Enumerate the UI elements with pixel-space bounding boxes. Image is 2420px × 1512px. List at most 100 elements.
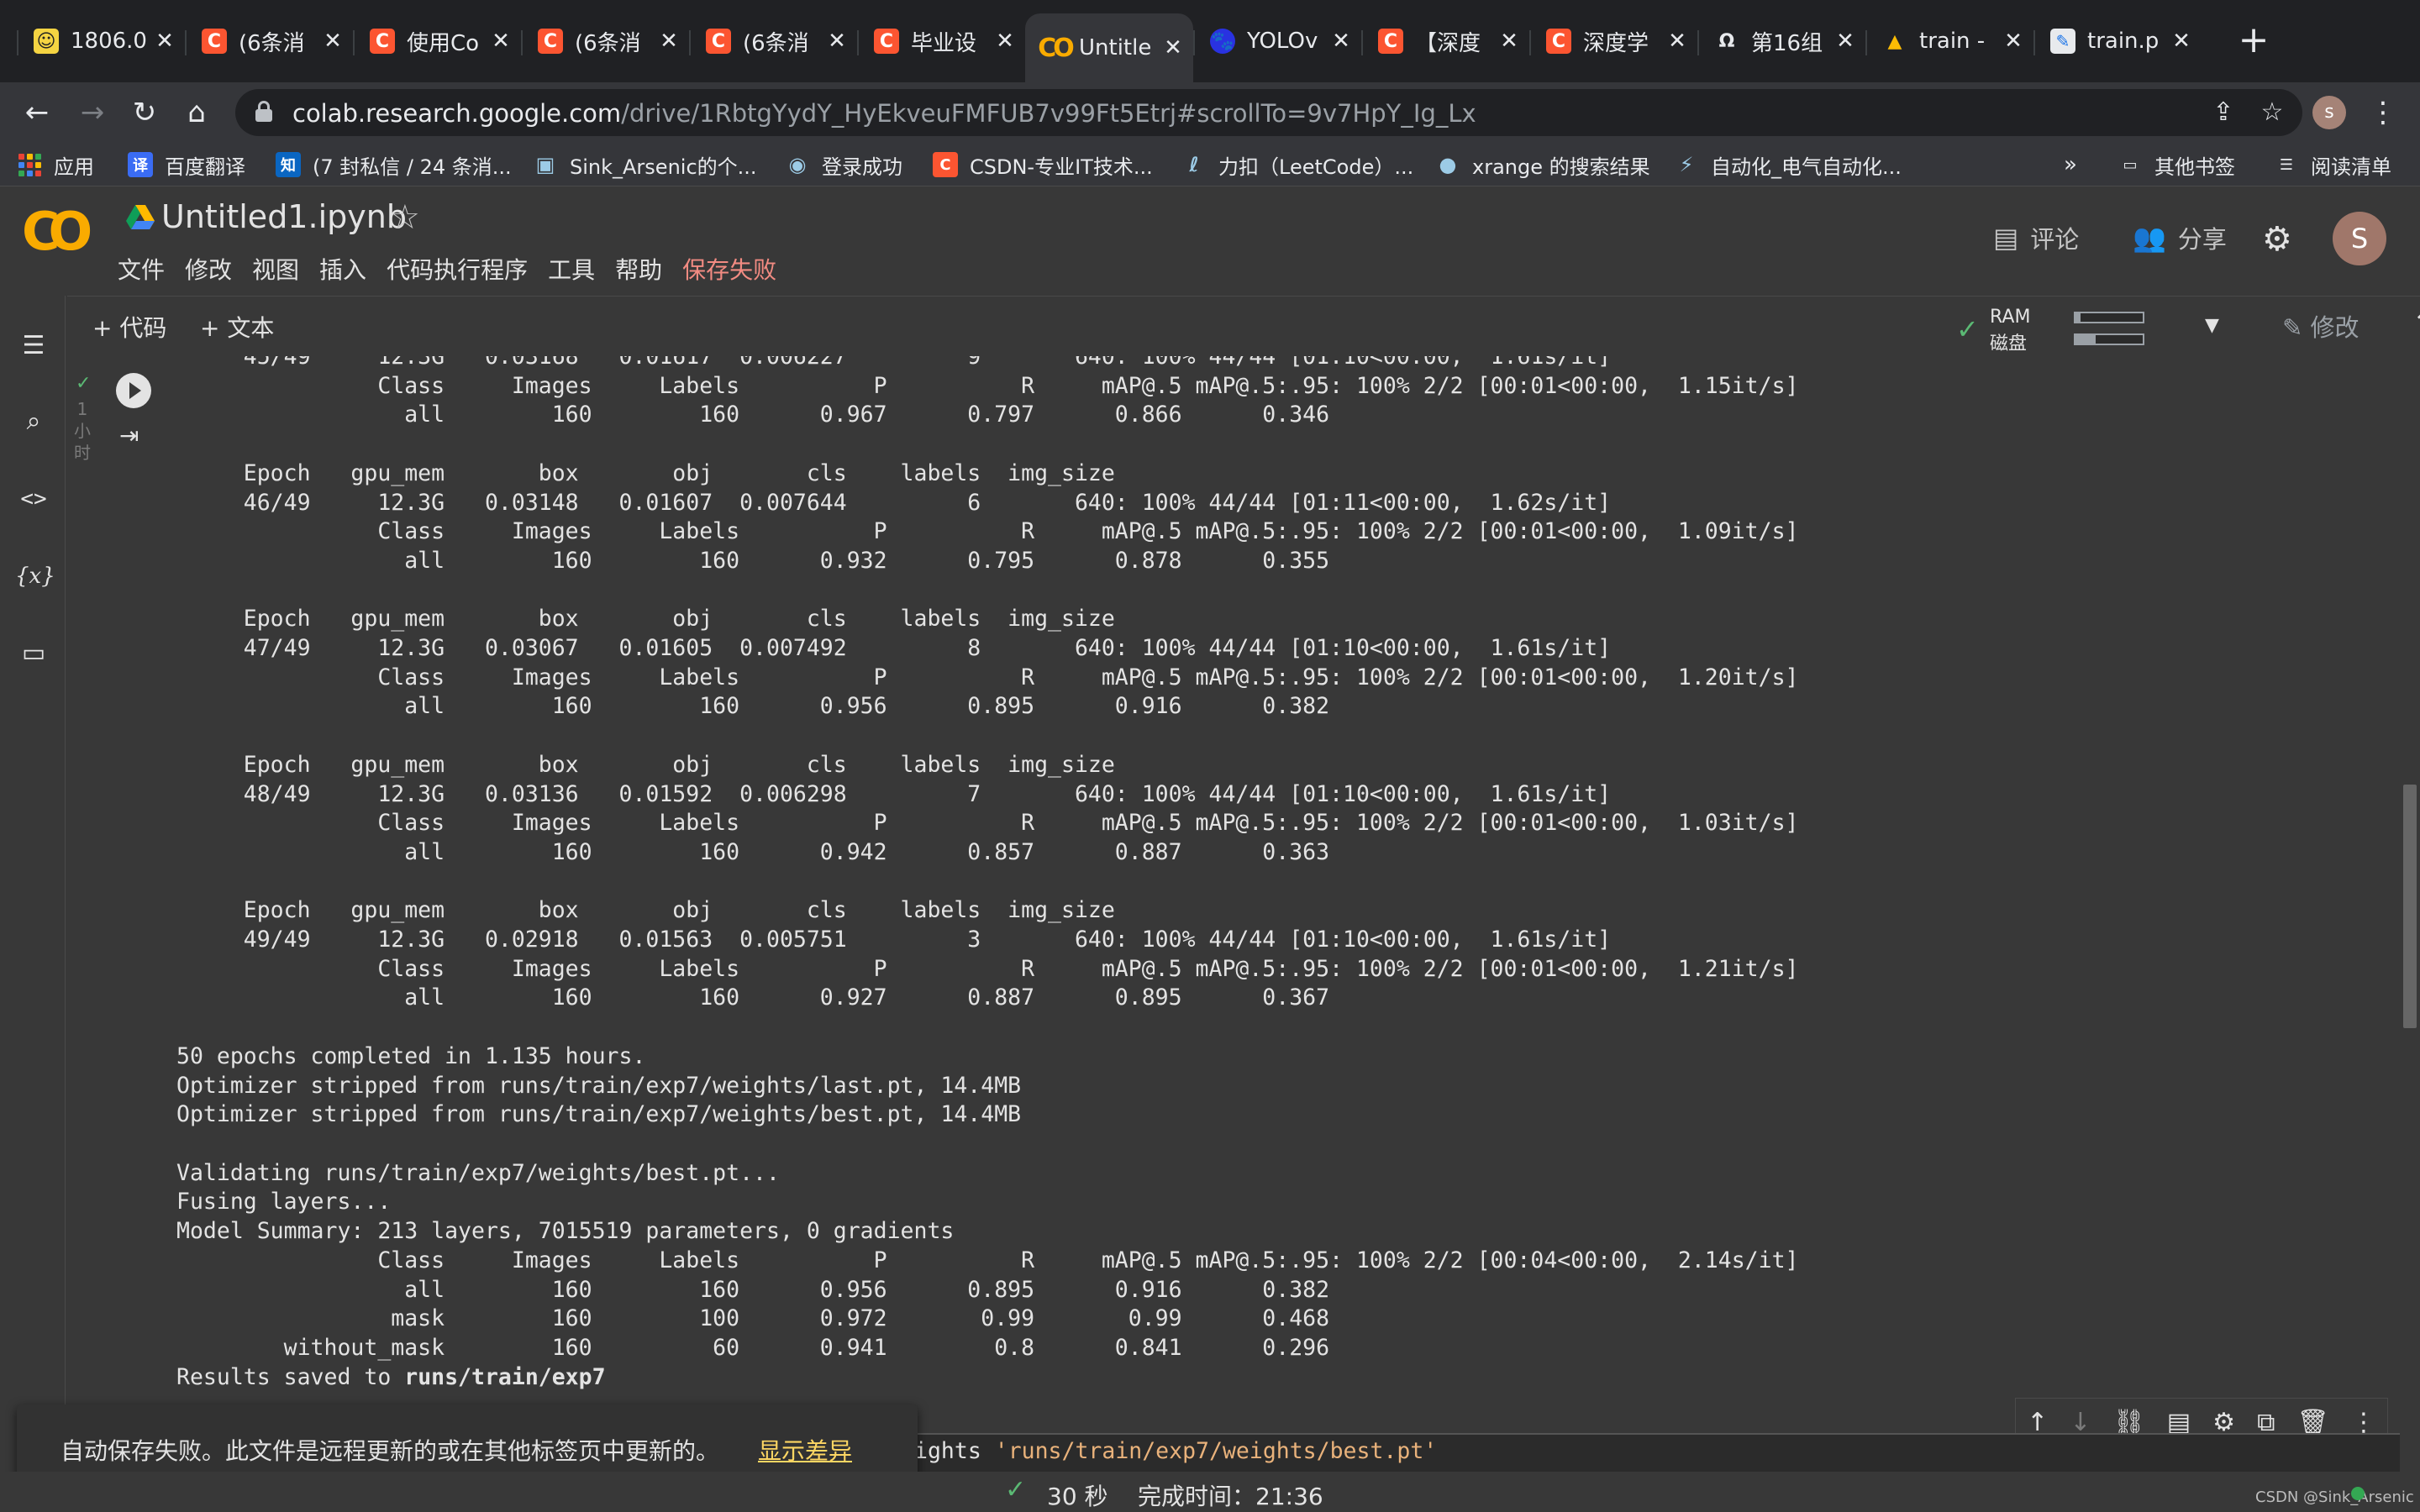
bookmark-item[interactable]: C CSDN-专业IT技术... — [933, 150, 1153, 180]
collapse-header-icon[interactable]: ⌃ — [2412, 307, 2420, 340]
variables-icon[interactable]: {x} — [15, 558, 55, 595]
url-text[interactable]: colab.research.google.com/drive/1RbtgYyd… — [292, 99, 1476, 128]
browser-profile-avatar[interactable]: s — [2312, 96, 2346, 129]
training-log-text: 45/49 12.3G 0.03168 0.01617 0.006227 9 6… — [176, 356, 1799, 1361]
cell-executed-check-icon: ✓ — [76, 373, 92, 394]
bookmark-item[interactable]: ℓ 力扣（LeetCode）... — [1181, 150, 1413, 180]
edit-mode-button[interactable]: ✎ 修改 — [2282, 308, 2360, 344]
browser-tab[interactable]: CO Untitle ✕ — [1025, 13, 1193, 82]
back-icon[interactable]: ← — [18, 94, 55, 131]
csdn-icon: C — [1546, 29, 1571, 54]
user-avatar[interactable]: S — [2333, 212, 2386, 265]
execution-duration[interactable]: 30 秒 — [1047, 1478, 1108, 1512]
code-prefix: ights — [914, 1438, 995, 1464]
star-icon[interactable]: ☆ — [390, 198, 420, 237]
menu-item[interactable]: 帮助 — [615, 252, 662, 286]
tab-separator — [185, 30, 187, 55]
execution-finished-time[interactable]: 完成时间：21:36 — [1138, 1478, 1323, 1512]
new-tab-button[interactable]: + — [2235, 22, 2272, 59]
bookmark-star-icon[interactable]: ☆ — [2255, 96, 2289, 129]
tab-separator — [17, 30, 18, 55]
menu-item[interactable]: 工具 — [548, 252, 595, 286]
browser-tab[interactable]: Ω 第16组 ✕ — [1697, 20, 1865, 62]
clear-output-icon[interactable]: ⇥ — [119, 422, 139, 449]
browser-tab[interactable]: C 毕业设 ✕ — [857, 20, 1025, 62]
other-bookmarks[interactable]: ▭ 其他书签 — [2118, 150, 2235, 180]
tab-close-icon[interactable]: ✕ — [657, 29, 681, 53]
menu-item[interactable]: 插入 — [319, 252, 366, 286]
add-code-button[interactable]: + 代码 — [92, 310, 166, 344]
bookmark-item[interactable]: ▣ Sink_Arsenic的个... — [533, 150, 757, 180]
tab-separator — [1361, 30, 1363, 55]
address-bar[interactable]: colab.research.google.com/drive/1RbtgYyd… — [235, 89, 2302, 136]
tab-close-icon[interactable]: ✕ — [1665, 29, 1689, 53]
bookmark-item[interactable]: ● xrange 的搜索结果 — [1435, 150, 1650, 180]
code-snippets-icon[interactable]: <> — [15, 480, 52, 517]
bookmarks-overflow-icon[interactable]: » — [2064, 150, 2077, 180]
tab-separator — [1529, 30, 1531, 55]
connection-status-dot — [2351, 1487, 2365, 1500]
browser-tab[interactable]: C (6条消 ✕ — [689, 20, 857, 62]
tab-close-icon[interactable]: ✕ — [993, 29, 1017, 53]
tab-close-icon[interactable]: ✕ — [1161, 36, 1185, 60]
notebook-title[interactable]: Untitled1.ipynb — [161, 198, 407, 235]
browser-tab[interactable]: C (6条消 ✕ — [521, 20, 689, 62]
browser-menu-icon[interactable]: ⋮ — [2366, 94, 2400, 131]
files-folder-icon[interactable]: ▭ — [15, 635, 52, 672]
bookmark-item[interactable]: ◉ 登录成功 — [785, 150, 902, 180]
menu-item[interactable]: 修改 — [185, 252, 232, 286]
save-failed-label[interactable]: 保存失败 — [682, 252, 776, 286]
menu-item[interactable]: 文件 — [118, 252, 165, 286]
tab-close-icon[interactable]: ✕ — [321, 29, 345, 53]
tab-close-icon[interactable]: ✕ — [2002, 29, 2025, 53]
add-text-button[interactable]: + 文本 — [200, 310, 274, 344]
bookmark-item[interactable]: 知 (7 封私信 / 24 条消... — [276, 150, 512, 180]
bookmark-item[interactable]: ⚡ 自动化_电气自动化... — [1674, 150, 1902, 180]
browser-tab[interactable]: C 使用Co ✕ — [353, 20, 521, 62]
forward-icon[interactable]: → — [74, 94, 111, 131]
scrollbar-thumb[interactable] — [2403, 785, 2417, 1028]
google-drive-icon[interactable] — [126, 205, 155, 230]
bookmark-item[interactable]: 应用 — [17, 150, 94, 180]
next-code-cell[interactable]: ights 'runs/train/exp7/weights/best.pt' — [908, 1433, 2403, 1472]
show-diff-link[interactable]: 显示差异 — [758, 1433, 852, 1467]
comment-icon: ▤ — [1993, 222, 2019, 254]
site-icon: ⚡ — [1679, 153, 1694, 176]
results-prefix: Results saved to — [176, 1363, 405, 1390]
search-icon[interactable]: ⌕ — [15, 403, 52, 440]
tab-close-icon[interactable]: ✕ — [1833, 29, 1857, 53]
tab-close-icon[interactable]: ✕ — [153, 29, 176, 53]
reading-list[interactable]: ☰ 阅读清单 — [2274, 150, 2391, 180]
resources-indicator[interactable]: ✓ RAM 磁盘 — [1956, 307, 2144, 354]
browser-tab[interactable]: 🐾 YOLOv ✕ — [1193, 20, 1361, 62]
browser-tab[interactable]: C 【深度 ✕ — [1361, 20, 1529, 62]
menu-item[interactable]: 视图 — [252, 252, 299, 286]
resources-dropdown-icon[interactable]: ▼ — [2205, 315, 2219, 336]
run-cell-button[interactable] — [116, 373, 151, 408]
tab-close-icon[interactable]: ✕ — [1329, 29, 1353, 53]
reload-icon[interactable]: ↻ — [126, 94, 163, 131]
tab-close-icon[interactable]: ✕ — [489, 29, 513, 53]
browser-tab[interactable]: ☺ 1806.0 ✕ — [17, 20, 185, 62]
comment-button[interactable]: ▤ 评论 — [1993, 218, 2079, 257]
colab-logo[interactable]: CO — [22, 206, 97, 258]
bookmark-item[interactable]: 译百度翻译 — [128, 150, 245, 180]
tab-close-icon[interactable]: ✕ — [2170, 29, 2193, 53]
lock-icon[interactable] — [255, 101, 272, 123]
browser-tab[interactable]: C (6条消 ✕ — [185, 20, 353, 62]
bookmark-label: 百度翻译 — [165, 155, 245, 179]
share-button[interactable]: 👥 分享 — [2133, 218, 2227, 257]
share-page-icon[interactable]: ⇪ — [2207, 96, 2240, 129]
output-scrollbar[interactable] — [2400, 356, 2420, 1472]
browser-tab[interactable]: ✎ train.p ✕ — [2033, 20, 2202, 62]
tab-close-icon[interactable]: ✕ — [825, 29, 849, 53]
settings-gear-icon[interactable]: ⚙ — [2262, 220, 2292, 259]
browser-tab[interactable]: C 深度学 ✕ — [1529, 20, 1697, 62]
share-label: 分享 — [2177, 225, 2227, 254]
tab-separator — [2033, 30, 2035, 55]
table-of-contents-icon[interactable]: ☰ — [15, 328, 52, 365]
menu-item[interactable]: 代码执行程序 — [387, 252, 528, 286]
home-icon[interactable]: ⌂ — [178, 94, 215, 131]
browser-tab[interactable]: ▲ train - ✕ — [1865, 20, 2033, 62]
tab-close-icon[interactable]: ✕ — [1497, 29, 1521, 53]
